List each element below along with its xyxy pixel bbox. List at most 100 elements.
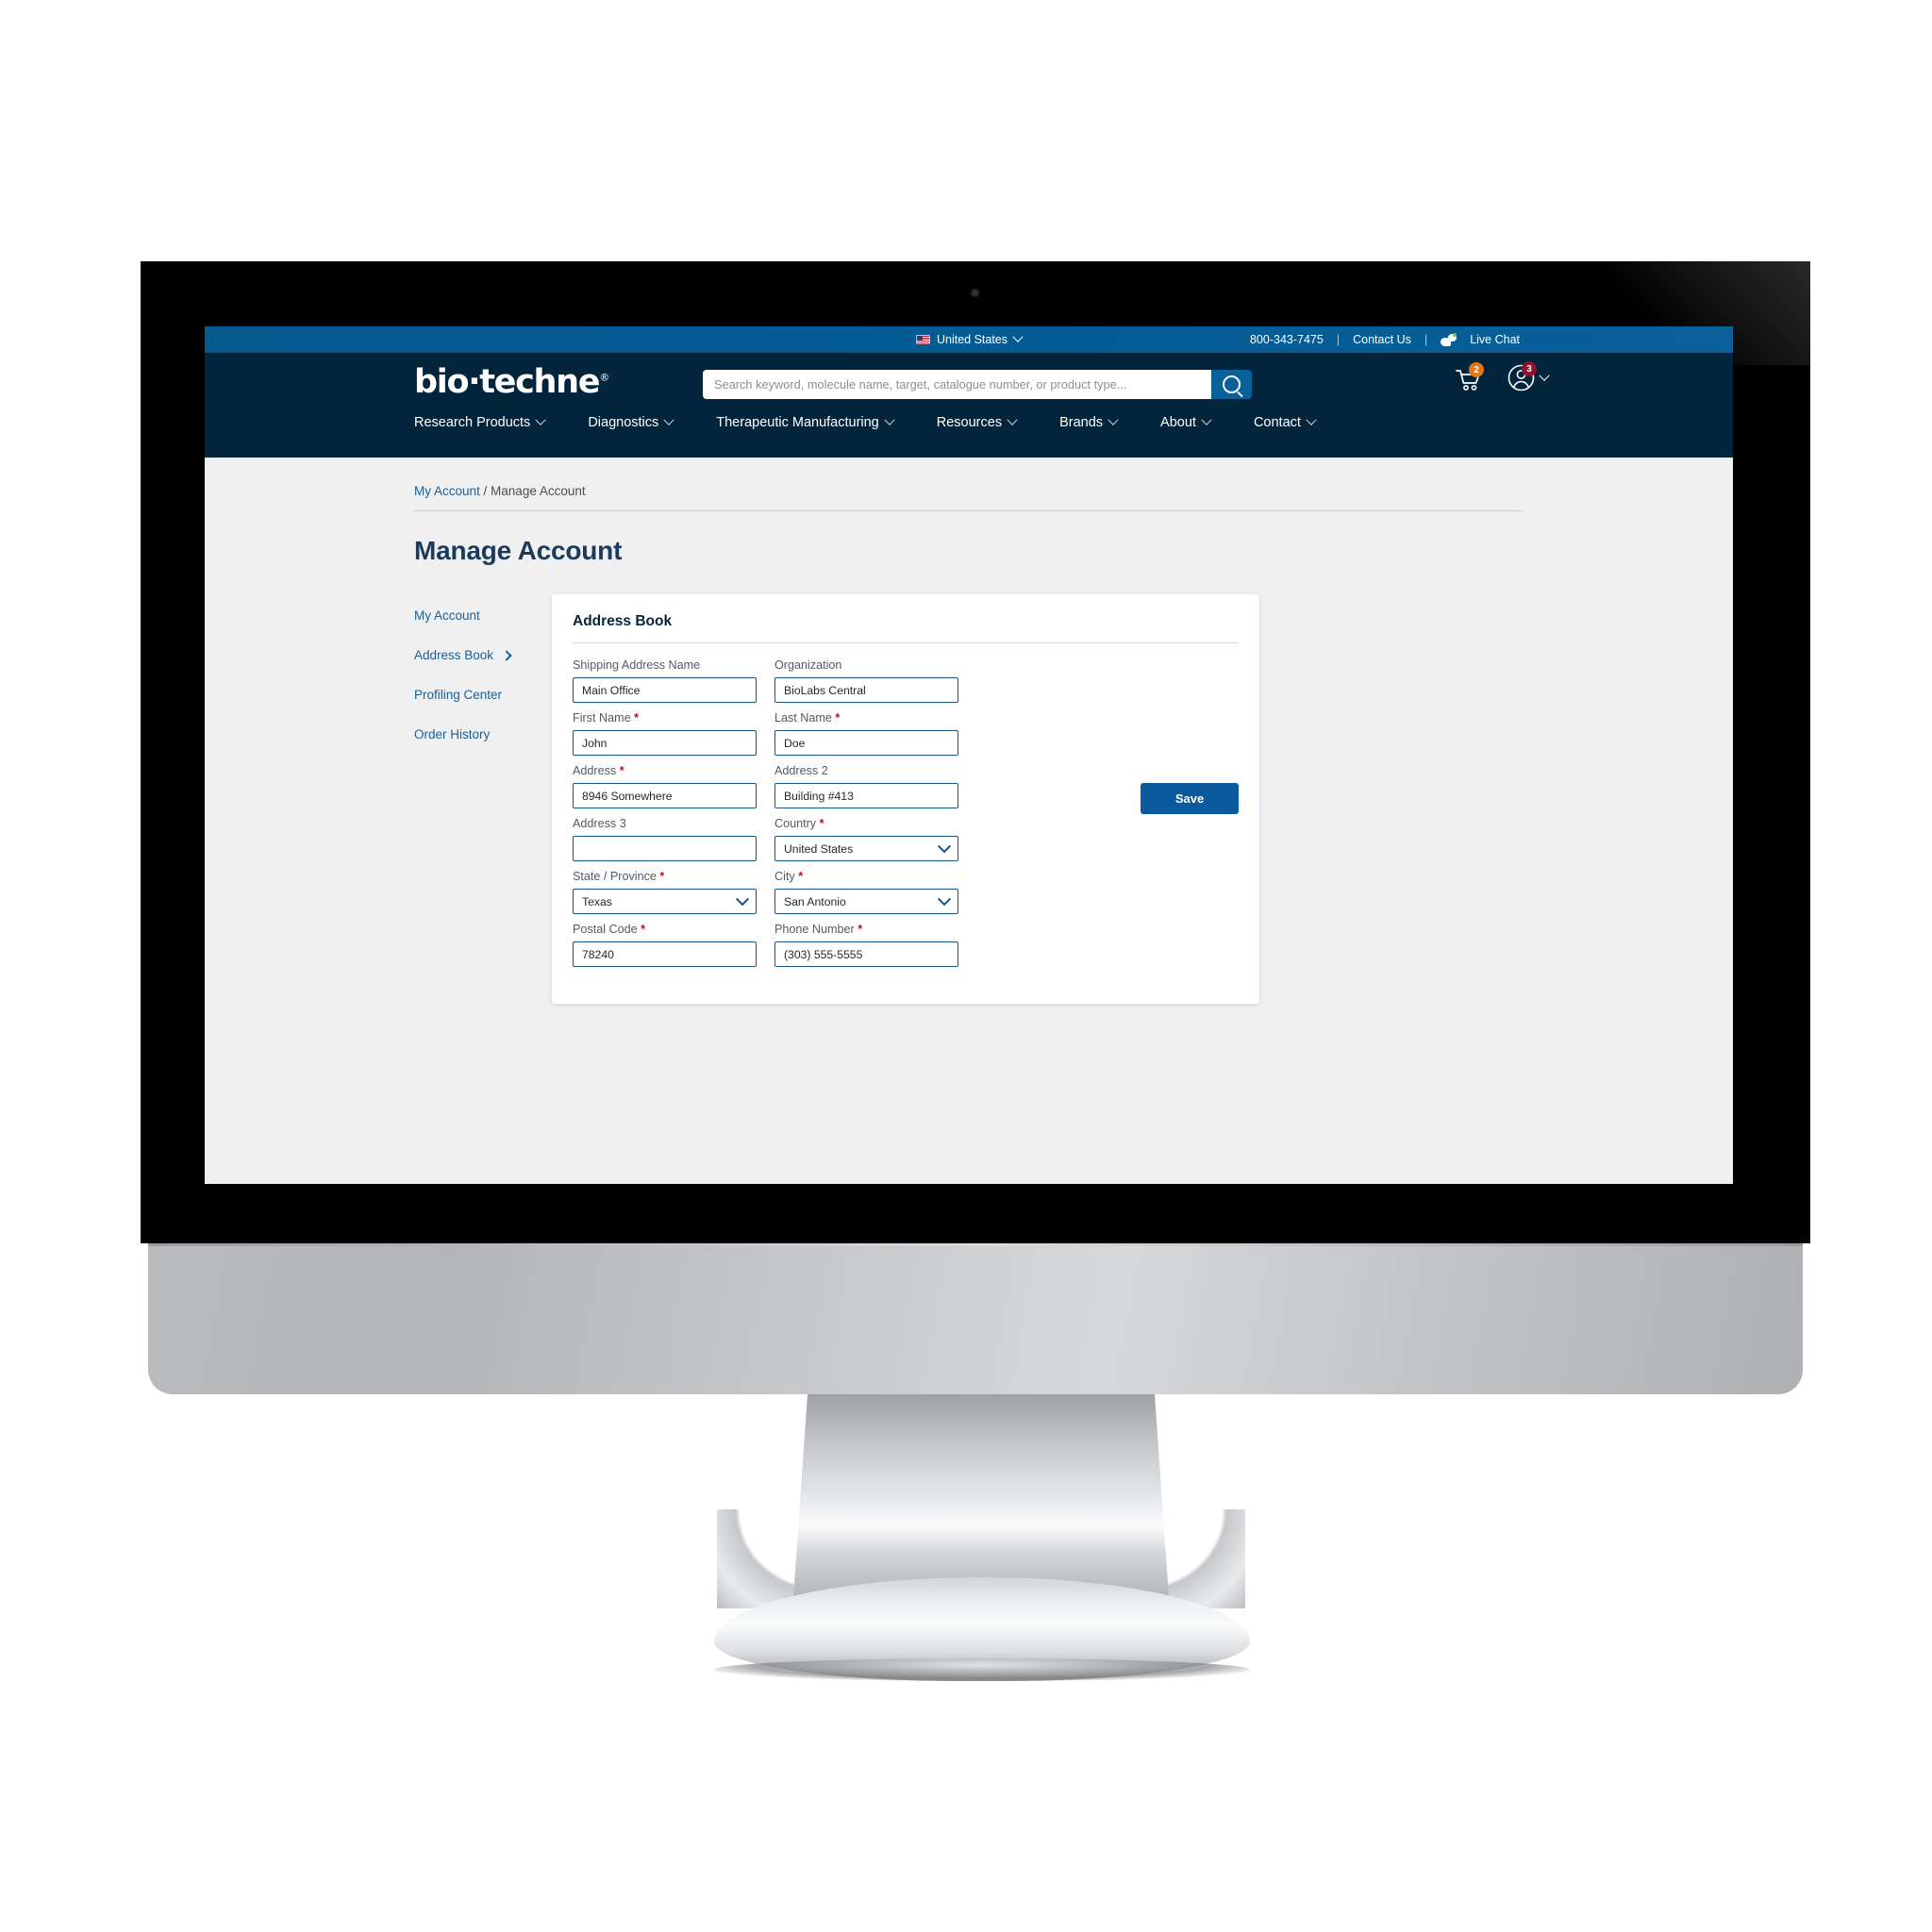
sidebar-item-profiling-center[interactable]: Profiling Center bbox=[414, 688, 551, 702]
monitor-stand-shadow bbox=[714, 1658, 1250, 1681]
nav-item-research-products[interactable]: Research Products bbox=[414, 414, 566, 430]
logo-part1: bio bbox=[414, 363, 470, 401]
breadcrumb-divider bbox=[414, 510, 1524, 511]
breadcrumb-current: Manage Account bbox=[491, 484, 586, 498]
nav-label: Research Products bbox=[414, 415, 531, 430]
field-value: 8946 Somewhere bbox=[582, 789, 673, 803]
browser-screen: United States 800-343-7475 | Contact Us … bbox=[205, 326, 1733, 1184]
organization-input[interactable]: BioLabs Central bbox=[774, 677, 958, 703]
us-flag-icon bbox=[915, 335, 930, 344]
search-placeholder: Search keyword, molecule name, target, c… bbox=[714, 377, 1127, 391]
city-select[interactable]: San Antonio bbox=[774, 889, 958, 914]
search-button[interactable] bbox=[1211, 370, 1252, 399]
required-marker: * bbox=[641, 923, 646, 936]
field-value: Main Office bbox=[582, 683, 641, 697]
chevron-down-icon bbox=[1012, 331, 1024, 342]
label-text: State / Province bbox=[573, 870, 657, 883]
sidebar-item-my-account[interactable]: My Account bbox=[414, 608, 551, 623]
site-search: Search keyword, molecule name, target, c… bbox=[703, 370, 1252, 399]
field-state-province: State / Province * Texas bbox=[573, 870, 757, 923]
nav-label: Diagnostics bbox=[588, 415, 659, 430]
field-address: Address * 8946 Somewhere bbox=[573, 764, 757, 817]
chevron-down-icon bbox=[937, 840, 952, 854]
address-2-input[interactable]: Building #413 bbox=[774, 783, 958, 808]
field-value: Texas bbox=[582, 894, 612, 908]
breadcrumb-my-account[interactable]: My Account bbox=[414, 484, 480, 498]
label-text: Shipping Address Name bbox=[573, 658, 701, 672]
postal-code-input[interactable]: 78240 bbox=[573, 941, 757, 967]
last-name-input[interactable]: Doe bbox=[774, 730, 958, 756]
field-value: 78240 bbox=[582, 947, 614, 961]
nav-label: About bbox=[1160, 415, 1196, 430]
field-label: Country * bbox=[774, 817, 958, 832]
label-text: Phone Number bbox=[774, 923, 855, 936]
label-text: Postal Code bbox=[573, 923, 638, 936]
label-text: Address 2 bbox=[774, 764, 828, 777]
chevron-down-icon bbox=[1201, 414, 1212, 425]
chevron-down-icon bbox=[1539, 370, 1550, 381]
nav-item-brands[interactable]: Brands bbox=[1038, 414, 1139, 430]
address-form: Shipping Address Name Main Office Organi… bbox=[573, 658, 1239, 975]
field-label: Phone Number * bbox=[774, 923, 958, 938]
chevron-down-icon bbox=[535, 414, 546, 425]
field-city: City * San Antonio bbox=[774, 870, 958, 923]
field-label: Address * bbox=[573, 764, 757, 779]
field-label: Shipping Address Name bbox=[573, 658, 757, 674]
nav-label: Contact bbox=[1253, 415, 1301, 430]
field-country: Country * United States bbox=[774, 817, 958, 870]
phone-link[interactable]: 800-343-7475 bbox=[1250, 333, 1324, 346]
required-marker: * bbox=[858, 923, 863, 936]
required-marker: * bbox=[819, 817, 824, 830]
field-address-2: Address 2 Building #413 bbox=[774, 764, 958, 817]
nav-item-therapeutic-manufacturing[interactable]: Therapeutic Manufacturing bbox=[694, 414, 915, 430]
page-content: My Account / Manage Account Manage Accou… bbox=[205, 458, 1733, 1184]
registered-trademark-icon: ® bbox=[599, 371, 610, 384]
required-marker: * bbox=[798, 870, 804, 883]
first-name-input[interactable]: John bbox=[573, 730, 757, 756]
state-province-select[interactable]: Texas bbox=[573, 889, 757, 914]
field-label: Address 2 bbox=[774, 764, 958, 779]
cart-button[interactable]: 2 bbox=[1456, 362, 1484, 391]
logo-part2: techne bbox=[479, 363, 600, 401]
masthead: bio·techne® Search keyword, molecule nam… bbox=[205, 353, 1733, 415]
nav-item-contact[interactable]: Contact bbox=[1232, 414, 1337, 430]
address-input[interactable]: 8946 Somewhere bbox=[573, 783, 757, 808]
nav-item-diagnostics[interactable]: Diagnostics bbox=[566, 414, 694, 430]
biotechne-logo[interactable]: bio·techne® bbox=[414, 366, 609, 399]
card-divider bbox=[573, 642, 1239, 643]
label-text: First Name bbox=[573, 711, 631, 724]
chevron-down-icon bbox=[937, 892, 952, 907]
sidebar-item-address-book[interactable]: Address Book bbox=[414, 648, 551, 662]
save-button[interactable]: Save bbox=[1141, 783, 1239, 814]
account-button[interactable]: 3 bbox=[1507, 361, 1550, 391]
main-navigation: Research Products Diagnostics Therapeuti… bbox=[205, 414, 1733, 458]
content-columns: My Account Address Book Profiling Center… bbox=[205, 594, 1733, 1004]
chevron-down-icon bbox=[1007, 414, 1018, 425]
label-text: Country bbox=[774, 817, 817, 830]
field-first-name: First Name * John bbox=[573, 711, 757, 764]
required-marker: * bbox=[634, 711, 639, 724]
nav-item-about[interactable]: About bbox=[1139, 414, 1232, 430]
label-text: Address 3 bbox=[573, 817, 626, 830]
sidebar-item-order-history[interactable]: Order History bbox=[414, 727, 551, 741]
cart-badge: 2 bbox=[1469, 362, 1484, 377]
address-form-fields: Shipping Address Name Main Office Organi… bbox=[573, 658, 958, 975]
address-book-card: Address Book Shipping Address Name Main … bbox=[552, 594, 1259, 1004]
search-input[interactable]: Search keyword, molecule name, target, c… bbox=[703, 370, 1211, 399]
screenshot-stage: United States 800-343-7475 | Contact Us … bbox=[0, 0, 1932, 1932]
label-text: Address bbox=[573, 764, 617, 777]
address-3-input[interactable] bbox=[573, 836, 757, 861]
logo-dot: · bbox=[468, 363, 480, 401]
shipping-address-name-input[interactable]: Main Office bbox=[573, 677, 757, 703]
locale-label: United States bbox=[936, 333, 1008, 346]
nav-label: Resources bbox=[936, 415, 1003, 430]
field-postal-code: Postal Code * 78240 bbox=[573, 923, 757, 975]
phone-number-input[interactable]: (303) 555-5555 bbox=[774, 941, 958, 967]
utility-divider-1: | bbox=[1336, 333, 1341, 346]
country-select[interactable]: United States bbox=[774, 836, 958, 861]
live-chat-link[interactable]: Live Chat bbox=[1470, 333, 1520, 346]
page-title: Manage Account bbox=[414, 536, 623, 565]
field-value: John bbox=[582, 736, 608, 750]
nav-item-resources[interactable]: Resources bbox=[915, 414, 1038, 430]
contact-us-link[interactable]: Contact Us bbox=[1353, 333, 1411, 346]
